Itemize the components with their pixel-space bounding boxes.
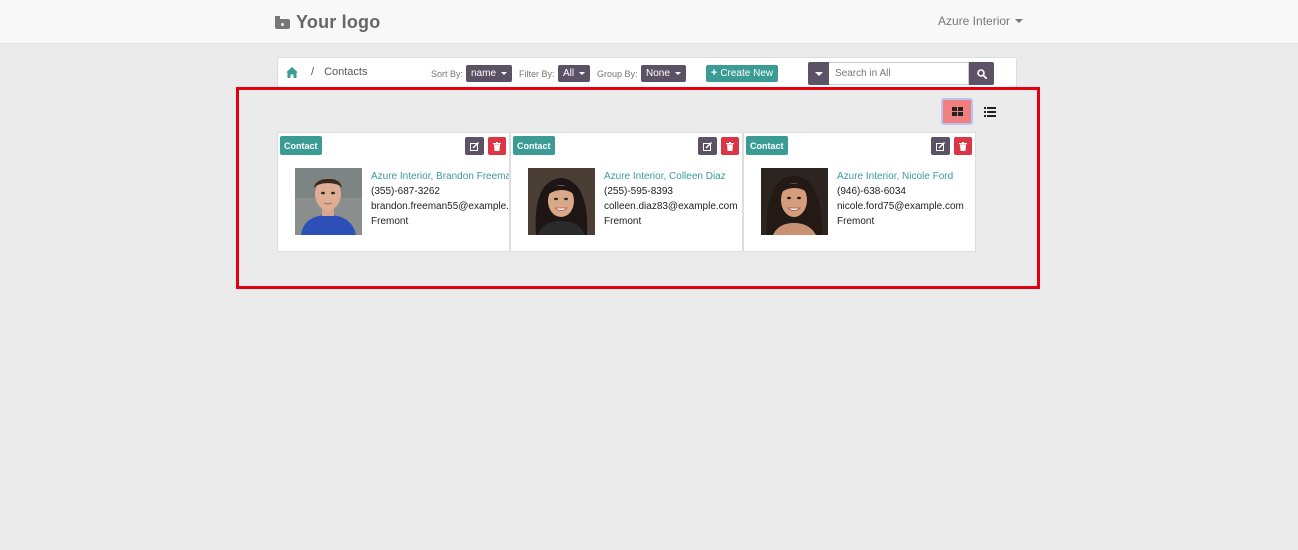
caret-down-icon	[674, 72, 681, 75]
contact-photo	[761, 168, 828, 235]
plus-icon: +	[710, 67, 718, 79]
create-new-button[interactable]: + Create New	[706, 65, 778, 82]
contact-card[interactable]: Contact Azure Interior, Brandon Freeman …	[277, 132, 510, 252]
search-button[interactable]	[969, 62, 994, 85]
breadcrumb-current: Contacts	[324, 66, 368, 78]
search-input[interactable]	[829, 62, 969, 85]
edit-icon	[936, 141, 945, 151]
home-icon[interactable]	[286, 66, 298, 78]
kanban-view-button[interactable]	[941, 98, 973, 125]
contact-city: Fremont	[604, 216, 642, 227]
camera-icon	[275, 15, 290, 29]
create-new-label: Create New	[720, 68, 774, 79]
contact-name-link[interactable]: Azure Interior, Brandon Freeman	[371, 169, 509, 184]
contact-name-link[interactable]: Azure Interior, Nicole Ford	[837, 169, 964, 184]
contact-info: Azure Interior, Colleen Diaz (255)-595-8…	[604, 169, 738, 229]
caret-down-icon	[579, 72, 586, 75]
top-navbar: Your logo Azure Interior	[0, 0, 1298, 44]
contact-photo	[528, 168, 595, 235]
contact-email: brandon.freeman55@example.com	[371, 201, 510, 212]
brand-logo[interactable]: Your logo	[275, 11, 380, 33]
sort-label: Sort By:	[431, 69, 464, 79]
contact-card[interactable]: Contact Azure Interior, Colleen Diaz (25…	[510, 132, 743, 252]
contact-tag: Contact	[513, 136, 555, 155]
contact-tag: Contact	[746, 136, 788, 155]
contact-phone: (355)-687-3262	[371, 186, 440, 197]
logo-text: Your logo	[296, 11, 381, 32]
trash-icon	[959, 141, 967, 151]
filter-dropdown[interactable]: All	[558, 65, 591, 82]
trash-icon	[493, 141, 501, 151]
delete-button[interactable]	[954, 137, 972, 155]
contact-photo	[295, 168, 362, 235]
search-icon	[976, 68, 987, 79]
group-label: Group By:	[597, 69, 638, 79]
edit-button[interactable]	[465, 137, 484, 155]
grid-icon	[951, 107, 963, 116]
group-dropdown[interactable]: None	[641, 65, 686, 82]
contact-card[interactable]: Contact Azure Interior, Nicole Ford (946…	[743, 132, 976, 252]
filter-value: All	[563, 68, 575, 79]
edit-button[interactable]	[698, 137, 717, 155]
contact-phone: (946)-638-6034	[837, 186, 906, 197]
user-menu[interactable]: Azure Interior	[938, 14, 1024, 28]
breadcrumb-separator: /	[311, 66, 315, 78]
contact-email: colleen.diaz83@example.com	[604, 201, 738, 212]
edit-button[interactable]	[931, 137, 950, 155]
contact-info: Azure Interior, Brandon Freeman (355)-68…	[371, 169, 510, 229]
search-scope-dropdown[interactable]	[808, 62, 829, 85]
delete-button[interactable]	[488, 137, 506, 155]
breadcrumb: / Contacts	[286, 66, 367, 78]
edit-icon	[470, 141, 479, 151]
caret-down-icon	[501, 72, 508, 75]
contact-tag: Contact	[280, 136, 322, 155]
caret-down-icon	[814, 71, 823, 76]
contact-phone: (255)-595-8393	[604, 186, 673, 197]
trash-icon	[726, 141, 734, 151]
edit-icon	[703, 141, 712, 151]
filter-label: Filter By:	[519, 69, 555, 79]
delete-button[interactable]	[721, 137, 739, 155]
sort-value: name	[471, 68, 497, 79]
contact-info: Azure Interior, Nicole Ford (946)-638-60…	[837, 169, 964, 229]
control-panel: / Contacts Sort By: name Filter By: All …	[277, 57, 1017, 88]
contact-email: nicole.ford75@example.com	[837, 201, 964, 212]
caret-down-icon	[1015, 19, 1024, 23]
sort-dropdown[interactable]: name	[466, 65, 513, 82]
contact-name-link[interactable]: Azure Interior, Colleen Diaz	[604, 169, 738, 184]
list-icon	[984, 106, 996, 117]
contact-city: Fremont	[371, 216, 409, 227]
user-menu-label: Azure Interior	[938, 14, 1011, 28]
list-view-button[interactable]	[978, 98, 1002, 125]
group-value: None	[646, 68, 670, 79]
contact-city: Fremont	[837, 216, 875, 227]
